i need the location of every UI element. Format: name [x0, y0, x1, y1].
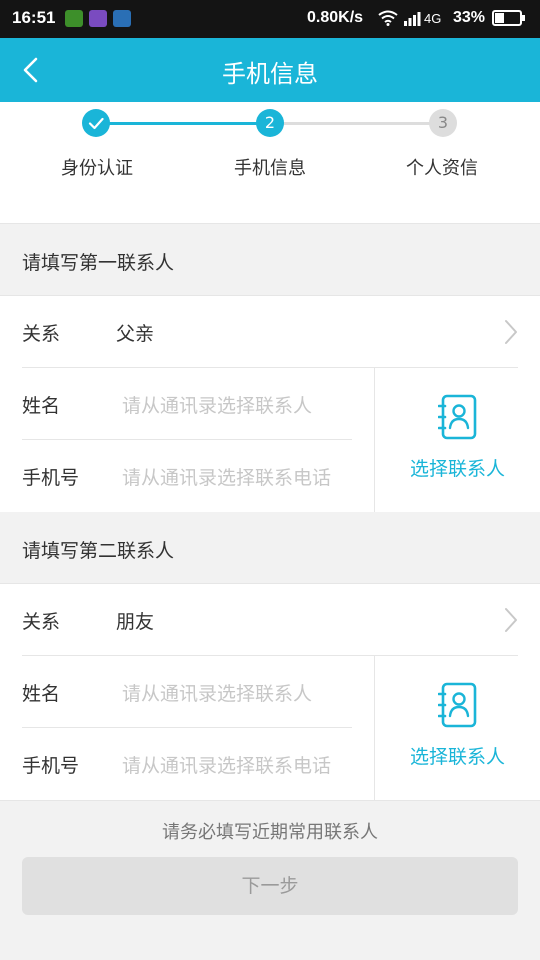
step-2-label: 手机信息 [234, 158, 306, 179]
step-connector [282, 122, 430, 125]
battery-percent: 33% [453, 9, 486, 26]
step-connector [108, 122, 260, 125]
section-header-first-contact: 请填写第一联系人 [0, 224, 540, 296]
signal-icon [404, 12, 421, 26]
section-title: 请填写第一联系人 [22, 252, 175, 274]
app-notification-icon [89, 10, 107, 27]
first-contact-form: 关系 父亲 姓名 请从通讯录选择联系人 手机号 请从通讯录选择联系电话 选择联系… [0, 296, 540, 512]
status-time: 16:51 [12, 8, 56, 27]
chevron-right-icon [505, 320, 517, 344]
step-3-circle: 3 [429, 109, 457, 137]
relation-value: 朋友 [116, 611, 155, 633]
network-type: 4G [424, 11, 442, 26]
name-label: 姓名 [22, 683, 61, 705]
contact-notice: 请务必填写近期常用联系人 [162, 822, 378, 843]
next-step-button[interactable]: 下一步 [22, 857, 518, 915]
phone-label: 手机号 [22, 755, 80, 777]
phone-input[interactable]: 请从通讯录选择联系电话 [122, 463, 331, 490]
chevron-right-icon [505, 608, 517, 632]
name-input[interactable]: 请从通讯录选择联系人 [122, 679, 312, 706]
relation-select[interactable]: 关系 父亲 [0, 296, 540, 368]
relation-label: 关系 [22, 611, 61, 633]
section-header-second-contact: 请填写第二联系人 [0, 512, 540, 584]
divider [22, 727, 352, 728]
relation-label: 关系 [22, 323, 61, 345]
progress-stepper: 2 3 身份认证 手机信息 个人资信 [0, 102, 540, 224]
name-input[interactable]: 请从通讯录选择联系人 [122, 391, 312, 418]
wifi-icon [378, 10, 398, 26]
battery-icon [492, 10, 525, 26]
contact-book-icon [438, 682, 477, 728]
phone-input[interactable]: 请从通讯录选择联系电话 [122, 751, 331, 778]
section-title: 请填写第二联系人 [22, 540, 175, 562]
phone-label: 手机号 [22, 467, 80, 489]
select-contact-button[interactable]: 选择联系人 [375, 368, 540, 512]
divider [0, 800, 540, 801]
step-1-label: 身份认证 [61, 158, 133, 179]
select-contact-label: 选择联系人 [409, 458, 505, 480]
title-bar: 手机信息 [0, 38, 540, 102]
select-contact-button[interactable]: 选择联系人 [375, 656, 540, 800]
network-speed: 0.80K/s [307, 9, 364, 26]
check-icon [88, 117, 104, 130]
second-contact-form: 关系 朋友 姓名 请从通讯录选择联系人 手机号 请从通讯录选择联系电话 选择联系… [0, 584, 540, 800]
relation-select[interactable]: 关系 朋友 [0, 584, 540, 656]
contact-book-icon [438, 394, 477, 440]
step-3-label: 个人资信 [406, 158, 478, 179]
step-1-circle [82, 109, 110, 137]
status-bar: 16:51 0.80K/s 4G 33% [0, 0, 540, 38]
step-2-circle: 2 [256, 109, 284, 137]
select-contact-label: 选择联系人 [409, 746, 505, 768]
divider [22, 439, 352, 440]
name-label: 姓名 [22, 395, 61, 417]
app-notification-icon [65, 10, 83, 27]
page-title: 手机信息 [222, 60, 318, 88]
relation-value: 父亲 [116, 323, 155, 345]
screenshot-icon [113, 10, 131, 27]
